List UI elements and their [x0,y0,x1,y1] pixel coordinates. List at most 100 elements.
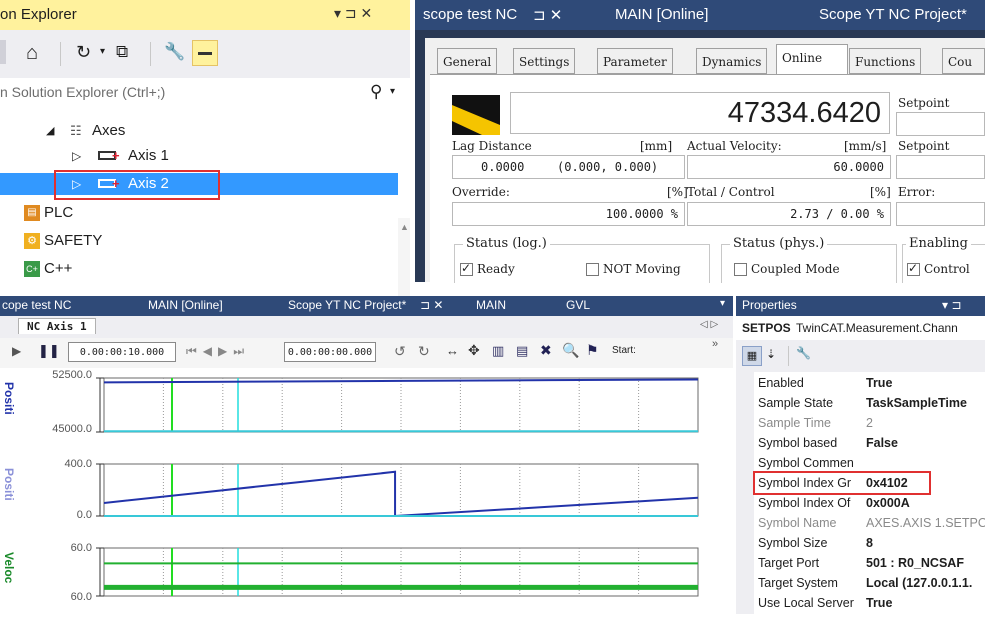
tab-coupling[interactable]: Cou [942,48,985,74]
tab-general[interactable]: General [437,48,498,74]
tree-item-safety[interactable]: ⚙ SAFETY [0,230,398,252]
lag-value: 0.0000 [481,160,525,174]
property-row[interactable]: Enabled True [736,372,985,394]
time-span-field[interactable]: 0.00:00:10.000 [68,342,176,362]
wrench-icon[interactable]: 🔧 [164,42,185,62]
chart2-ytick-bottom: 0.0 [76,509,92,521]
property-row[interactable]: Symbol Size 8 [736,532,985,554]
navigation-icons[interactable]: ⏮◀▶⏭ [186,344,250,359]
pause-icon[interactable]: ❚❚ [38,343,60,359]
play-icon[interactable]: ▶ [12,344,21,358]
search-dropdown-icon[interactable]: ▾ [390,86,395,97]
property-value[interactable]: True [866,592,892,614]
subtab-nav-icon[interactable]: ◁ ▷ [700,319,718,330]
property-row[interactable]: Symbol Name AXES.AXIS 1.SETPO [736,512,985,534]
controller-checkbox[interactable] [907,261,920,276]
property-row[interactable]: Target System Local (127.0.0.1.1. [736,572,985,594]
preview-toggle-icon[interactable] [192,40,218,66]
properties-titlebar: Properties ▾ ⊐ [736,296,985,316]
enabling-label: Enabling [906,236,971,251]
setpoint-label-2: Setpoint [898,139,950,153]
doc-tab-scope-project[interactable]: Scope YT NC Project* [819,6,967,23]
redo-icon[interactable]: ↻ [418,343,430,360]
pan-horizontal-icon[interactable]: ↔ [446,343,459,358]
scope-doc-tab[interactable]: cope test NC [2,298,71,312]
time-start-field[interactable]: 0.00:00:00.000 [284,342,376,362]
scope-doc-tab[interactable]: MAIN [476,298,506,312]
property-row[interactable]: Sample State TaskSampleTime [736,392,985,414]
trigger-icon[interactable]: ⚑ [586,342,599,359]
zoom-icon[interactable]: 🔍 [562,342,579,359]
property-value[interactable]: 0x000A [866,492,910,514]
chart-icon[interactable]: ▥ [492,343,504,359]
tab-online[interactable]: Online [776,44,848,75]
doc-tab-main-online[interactable]: MAIN [Online] [615,6,708,23]
property-gutter [736,372,754,394]
property-value[interactable]: AXES.AXIS 1.SETPO [866,512,985,534]
tree-item-axis-1[interactable]: ▷ + Axis 1 [0,145,398,167]
doc-tab-close-icon[interactable]: ⊐ ✕ [533,6,562,24]
search-icon[interactable]: ⚲ [370,82,382,102]
scope-document-tabs: cope test NC MAIN [Online] Scope YT NC P… [0,296,733,316]
tree-item-axes[interactable]: ◢ ☷ Axes [0,120,398,142]
velocity-unit: [mm/s] [844,139,887,153]
cursor-delete-icon[interactable]: ✖ [540,342,552,359]
error-field [896,202,985,226]
doc-tab-close-icon[interactable]: ⊐ ✕ [420,298,443,312]
chart1-ylabel: Positi [2,382,16,415]
tab-list-dropdown-icon[interactable]: ▾ [720,298,725,309]
property-row[interactable]: Target Port 501 : R0_NCSAF [736,552,985,574]
property-pages-icon[interactable]: 🔧 [796,346,811,360]
solution-explorer-search[interactable]: n Solution Explorer (Ctrl+;) ⚲ ▾ [0,78,410,109]
properties-toolbar: ▦ ⇣ 🔧 [736,340,985,372]
chart3-ylabel: Veloc [2,552,16,584]
expander-expanded-icon[interactable]: ◢ [46,120,54,142]
ready-checkbox[interactable] [460,261,473,276]
tab-parameter[interactable]: Parameter [597,48,673,74]
solution-tree: ▲ ◢ ☷ Axes ▷ + Axis 1 ▷ + Axis 2 ▤ PLC ⚙… [0,108,410,388]
scope-doc-tab[interactable]: Scope YT NC Project* [288,298,406,312]
tab-settings[interactable]: Settings [513,48,576,74]
property-gutter [736,472,754,494]
position-display: 47334.6420 [510,92,890,134]
property-value[interactable]: Local (127.0.0.1.1. [866,572,972,594]
tree-item-cpp[interactable]: C+ C++ [0,258,398,280]
overflow-icon[interactable]: » [712,338,718,350]
pin-close-icon[interactable]: ▾ ⊐ ✕ [334,5,372,22]
property-row[interactable]: Sample Time 2 [736,412,985,434]
property-value[interactable]: True [866,372,892,394]
not-moving-checkbox[interactable] [586,263,599,276]
chart-stack-icon[interactable]: ▤ [516,343,528,359]
expander-collapsed-icon[interactable]: ▷ [72,145,81,167]
undo-icon[interactable]: ↺ [394,343,406,360]
alphabetical-icon[interactable]: ⇣ [766,347,776,361]
property-row[interactable]: Symbol Index Of 0x000A [736,492,985,514]
property-key: Symbol based [758,436,838,450]
doc-tab-scope-test[interactable]: scope test NC [423,6,517,23]
property-value[interactable]: 2 [866,412,873,434]
pan-all-icon[interactable]: ✥ [468,342,480,359]
tab-dynamics[interactable]: Dynamics [696,48,768,74]
home-icon[interactable]: ⌂ [26,42,38,65]
tab-functions[interactable]: Functions [849,48,922,74]
tree-item-plc[interactable]: ▤ PLC [0,202,398,224]
scroll-up-icon[interactable]: ▲ [400,222,409,232]
property-row[interactable]: Symbol based False [736,432,985,454]
pin-icon[interactable]: ▾ ⊐ [942,298,961,312]
override-label: Override: [452,185,510,199]
property-value[interactable]: False [866,432,898,454]
property-value[interactable]: TaskSampleTime [866,392,967,414]
subtab-nc-axis-1[interactable]: NC Axis 1 [18,318,96,334]
coupled-mode-checkbox[interactable] [734,263,747,276]
property-row[interactable]: Use Local Server True [736,592,985,614]
scope-doc-tab[interactable]: MAIN [Online] [148,298,223,312]
property-value[interactable]: 8 [866,532,873,554]
history-icon[interactable]: ↻ [76,42,91,63]
scope-doc-tab[interactable]: GVL [566,298,590,312]
collapse-icon[interactable]: ⧉ [116,42,128,62]
tree-item-label: PLC [44,204,74,221]
categorized-icon[interactable]: ▦ [742,346,762,366]
property-value[interactable]: 501 : R0_NCSAF [866,552,964,574]
property-key: Symbol Index Of [758,496,851,510]
dropdown-icon[interactable]: ▾ [100,46,105,57]
